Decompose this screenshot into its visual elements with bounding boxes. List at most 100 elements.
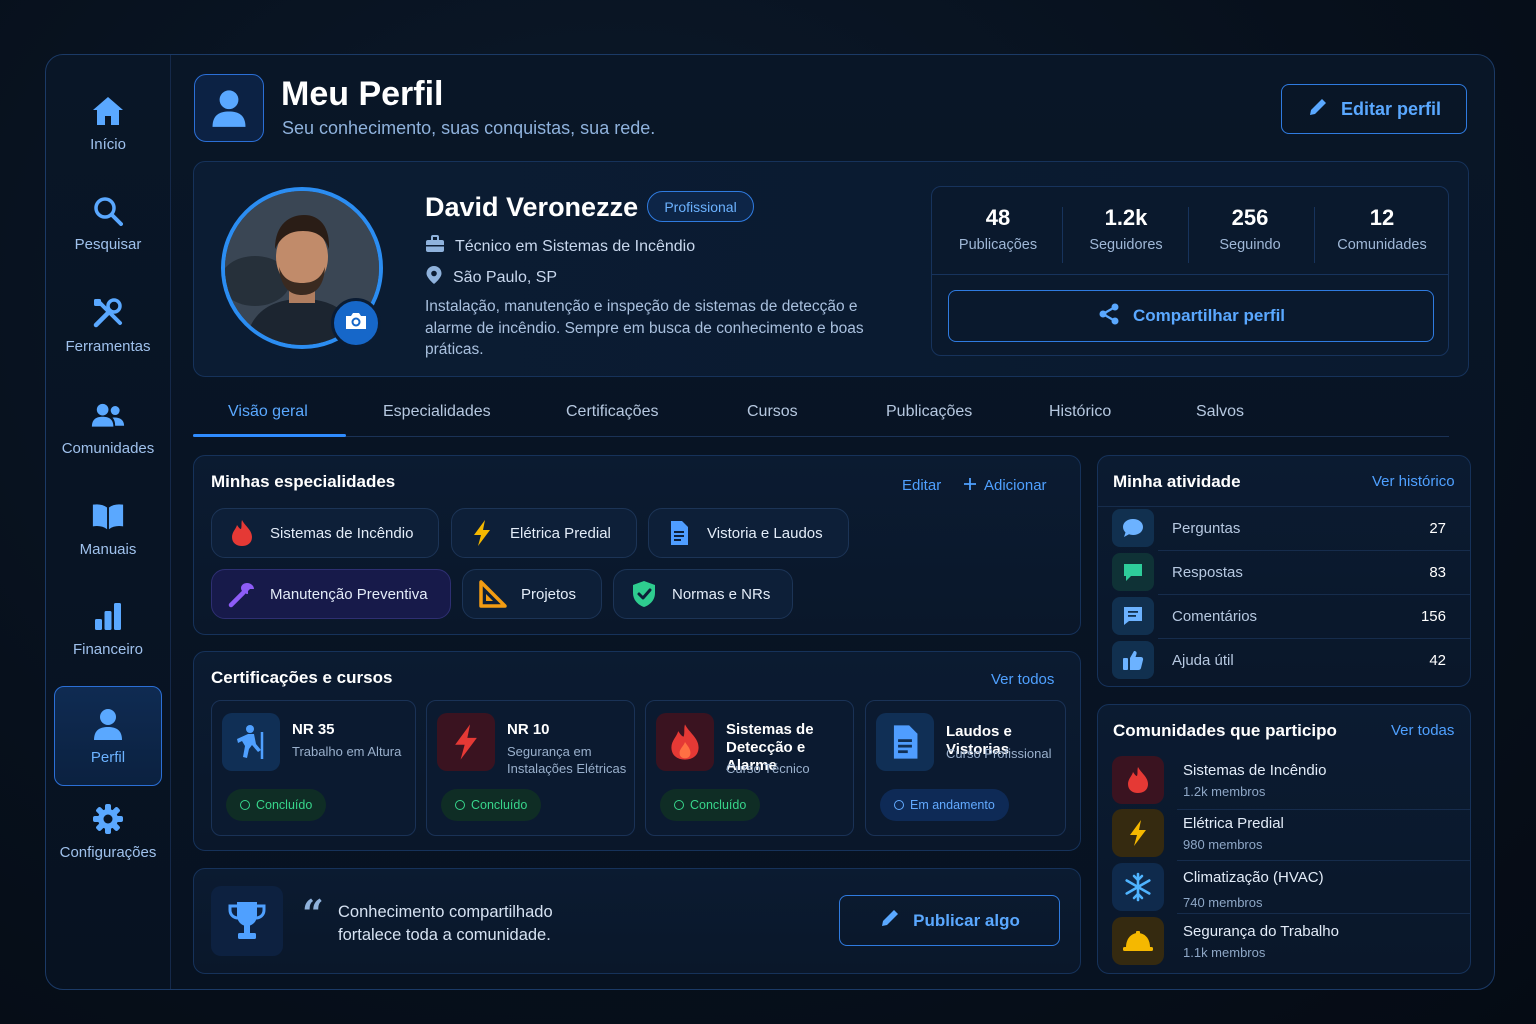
tab-visao-geral[interactable]: Visão geral (228, 403, 308, 421)
user-icon (91, 707, 125, 741)
stat-publicacoes[interactable]: 48 Publicações (934, 205, 1062, 253)
panel-title: Comunidades que participo (1113, 721, 1337, 740)
share-profile-button[interactable]: Compartilhar perfil (948, 290, 1434, 342)
sidebar-item-configuracoes[interactable]: Configurações (54, 781, 162, 881)
header-user-icon (194, 74, 264, 142)
share-icon (1097, 302, 1121, 331)
sidebar-item-label: Comunidades (61, 439, 155, 457)
sidebar-item-label: Manuais (79, 540, 137, 558)
tab-salvos[interactable]: Salvos (1196, 403, 1244, 421)
community-row[interactable]: Segurança do Trabalho 1.1k membros (1112, 917, 1456, 969)
certification-card[interactable]: NR 10 Segurança em Instalações Elétricas… (426, 700, 635, 836)
activity-row[interactable]: Comentários 156 (1112, 594, 1456, 638)
specialty-chip[interactable]: Sistemas de Incêndio (211, 508, 439, 558)
specialty-chip[interactable]: Elétrica Predial (451, 508, 637, 558)
activity-row[interactable]: Ajuda útil 42 (1112, 638, 1456, 682)
divider (1314, 207, 1315, 263)
tab-certificacoes[interactable]: Certificações (566, 403, 658, 421)
profile-tabs: Visão geral Especialidades Certificações… (193, 391, 1449, 437)
sidebar-item-manuais[interactable]: Manuais (54, 478, 162, 578)
tab-publicacoes[interactable]: Publicações (886, 403, 972, 421)
specialty-chip[interactable]: Normas e NRs (613, 569, 793, 619)
plus-icon (964, 477, 976, 494)
add-specialty-link[interactable]: Adicionar (964, 477, 1047, 494)
tab-especialidades[interactable]: Especialidades (383, 403, 491, 421)
specialty-chip[interactable]: Vistoria e Laudos (648, 508, 849, 558)
flame-icon (656, 713, 714, 771)
activity-panel: Minha atividade Ver histórico Perguntas … (1097, 455, 1471, 687)
sidebar-item-perfil[interactable]: Perfil (54, 686, 162, 786)
certification-card[interactable]: Laudos e Vistorias Curso Profissional Em… (865, 700, 1066, 836)
sidebar-item-comunidades[interactable]: Comunidades (54, 377, 162, 477)
bolt-icon (468, 519, 496, 547)
home-icon (91, 94, 125, 128)
quote-icon: “ (302, 891, 324, 936)
specialty-chip[interactable]: Projetos (462, 569, 602, 619)
sidebar-item-label: Perfil (90, 748, 126, 766)
certification-card[interactable]: NR 35 Trabalho em Altura Concluído (211, 700, 416, 836)
community-row[interactable]: Elétrica Predial 980 membros (1112, 809, 1456, 861)
community-row[interactable]: Climatização (HVAC) 740 membros (1112, 863, 1456, 915)
bolt-icon (437, 713, 495, 771)
shield-check-icon (630, 580, 658, 608)
location-pin-icon (425, 265, 443, 290)
trophy-icon (211, 886, 283, 956)
panel-title: Minhas especialidades (211, 472, 396, 491)
see-history-link[interactable]: Ver histórico (1372, 473, 1455, 490)
user-bio: Instalação, manutenção e inspeção de sis… (425, 298, 864, 358)
divider (932, 274, 1448, 275)
sidebar-item-ferramentas[interactable]: Ferramentas (54, 275, 162, 375)
profile-card: David Veronezze Profissional Técnico em … (193, 161, 1469, 377)
climber-icon (222, 713, 280, 771)
community-row[interactable]: Sistemas de Incêndio 1.2k membros (1112, 756, 1456, 808)
tools-icon (91, 296, 125, 330)
page-title: Meu Perfil (281, 75, 444, 113)
see-all-certifications-link[interactable]: Ver todos (991, 671, 1054, 688)
gear-icon (91, 802, 125, 836)
search-icon (91, 194, 125, 228)
bolt-icon (1112, 809, 1164, 857)
sidebar-item-pesquisar[interactable]: Pesquisar (54, 173, 162, 273)
change-photo-button[interactable] (331, 298, 381, 348)
tab-cursos[interactable]: Cursos (747, 403, 798, 421)
user-location: São Paulo, SP (425, 265, 557, 290)
sidebar-item-label: Pesquisar (74, 235, 142, 253)
divider (1177, 860, 1470, 861)
edit-profile-button[interactable]: Editar perfil (1281, 84, 1467, 134)
thumbs-up-icon (1112, 641, 1154, 679)
comment-icon (1112, 597, 1154, 635)
sidebar-item-label: Início (90, 135, 126, 153)
see-all-communities-link[interactable]: Ver todas (1391, 722, 1454, 739)
publish-button[interactable]: Publicar algo (839, 895, 1060, 946)
stat-seguindo[interactable]: 256 Seguindo (1186, 205, 1314, 253)
sidebar-item-label: Financeiro (72, 640, 144, 658)
stat-comunidades[interactable]: 12 Comunidades (1318, 205, 1446, 253)
camera-icon (344, 311, 368, 336)
question-bubble-icon (1112, 509, 1154, 547)
certification-card[interactable]: Sistemas de Detecção e Alarme Curso Técn… (645, 700, 854, 836)
sidebar-item-label: Ferramentas (65, 337, 151, 355)
sidebar-item-financeiro[interactable]: Financeiro (54, 578, 162, 678)
stats-box: 48 Publicações 1.2k Seguidores 256 Segui… (931, 186, 1449, 356)
activity-row[interactable]: Respostas 83 (1112, 550, 1456, 594)
pencil-icon (1307, 96, 1329, 123)
divider (1177, 913, 1470, 914)
communities-panel: Comunidades que participo Ver todas Sist… (1097, 704, 1471, 974)
hard-hat-icon (1112, 917, 1164, 965)
quote-text: Conhecimento compartilhado fortalece tod… (338, 903, 553, 944)
book-icon (91, 499, 125, 533)
activity-row[interactable]: Perguntas 27 (1112, 506, 1456, 550)
sidebar-item-inicio[interactable]: Início (54, 73, 162, 173)
edit-specialties-link[interactable]: Editar (902, 477, 941, 494)
bar-chart-icon (91, 599, 125, 633)
status-badge: Concluído (441, 789, 542, 821)
specialties-panel: Minhas especialidades Editar Adicionar S… (193, 455, 1081, 635)
check-circle-icon (455, 800, 465, 810)
specialty-chip[interactable]: Manutenção Preventiva (211, 569, 451, 619)
user-name: David Veronezze (425, 192, 639, 222)
tab-historico[interactable]: Histórico (1049, 403, 1111, 421)
stat-seguidores[interactable]: 1.2k Seguidores (1062, 205, 1190, 253)
document-icon (876, 713, 934, 771)
page-subtitle: Seu conhecimento, suas conquistas, sua r… (282, 118, 656, 138)
status-badge: Concluído (226, 789, 327, 821)
